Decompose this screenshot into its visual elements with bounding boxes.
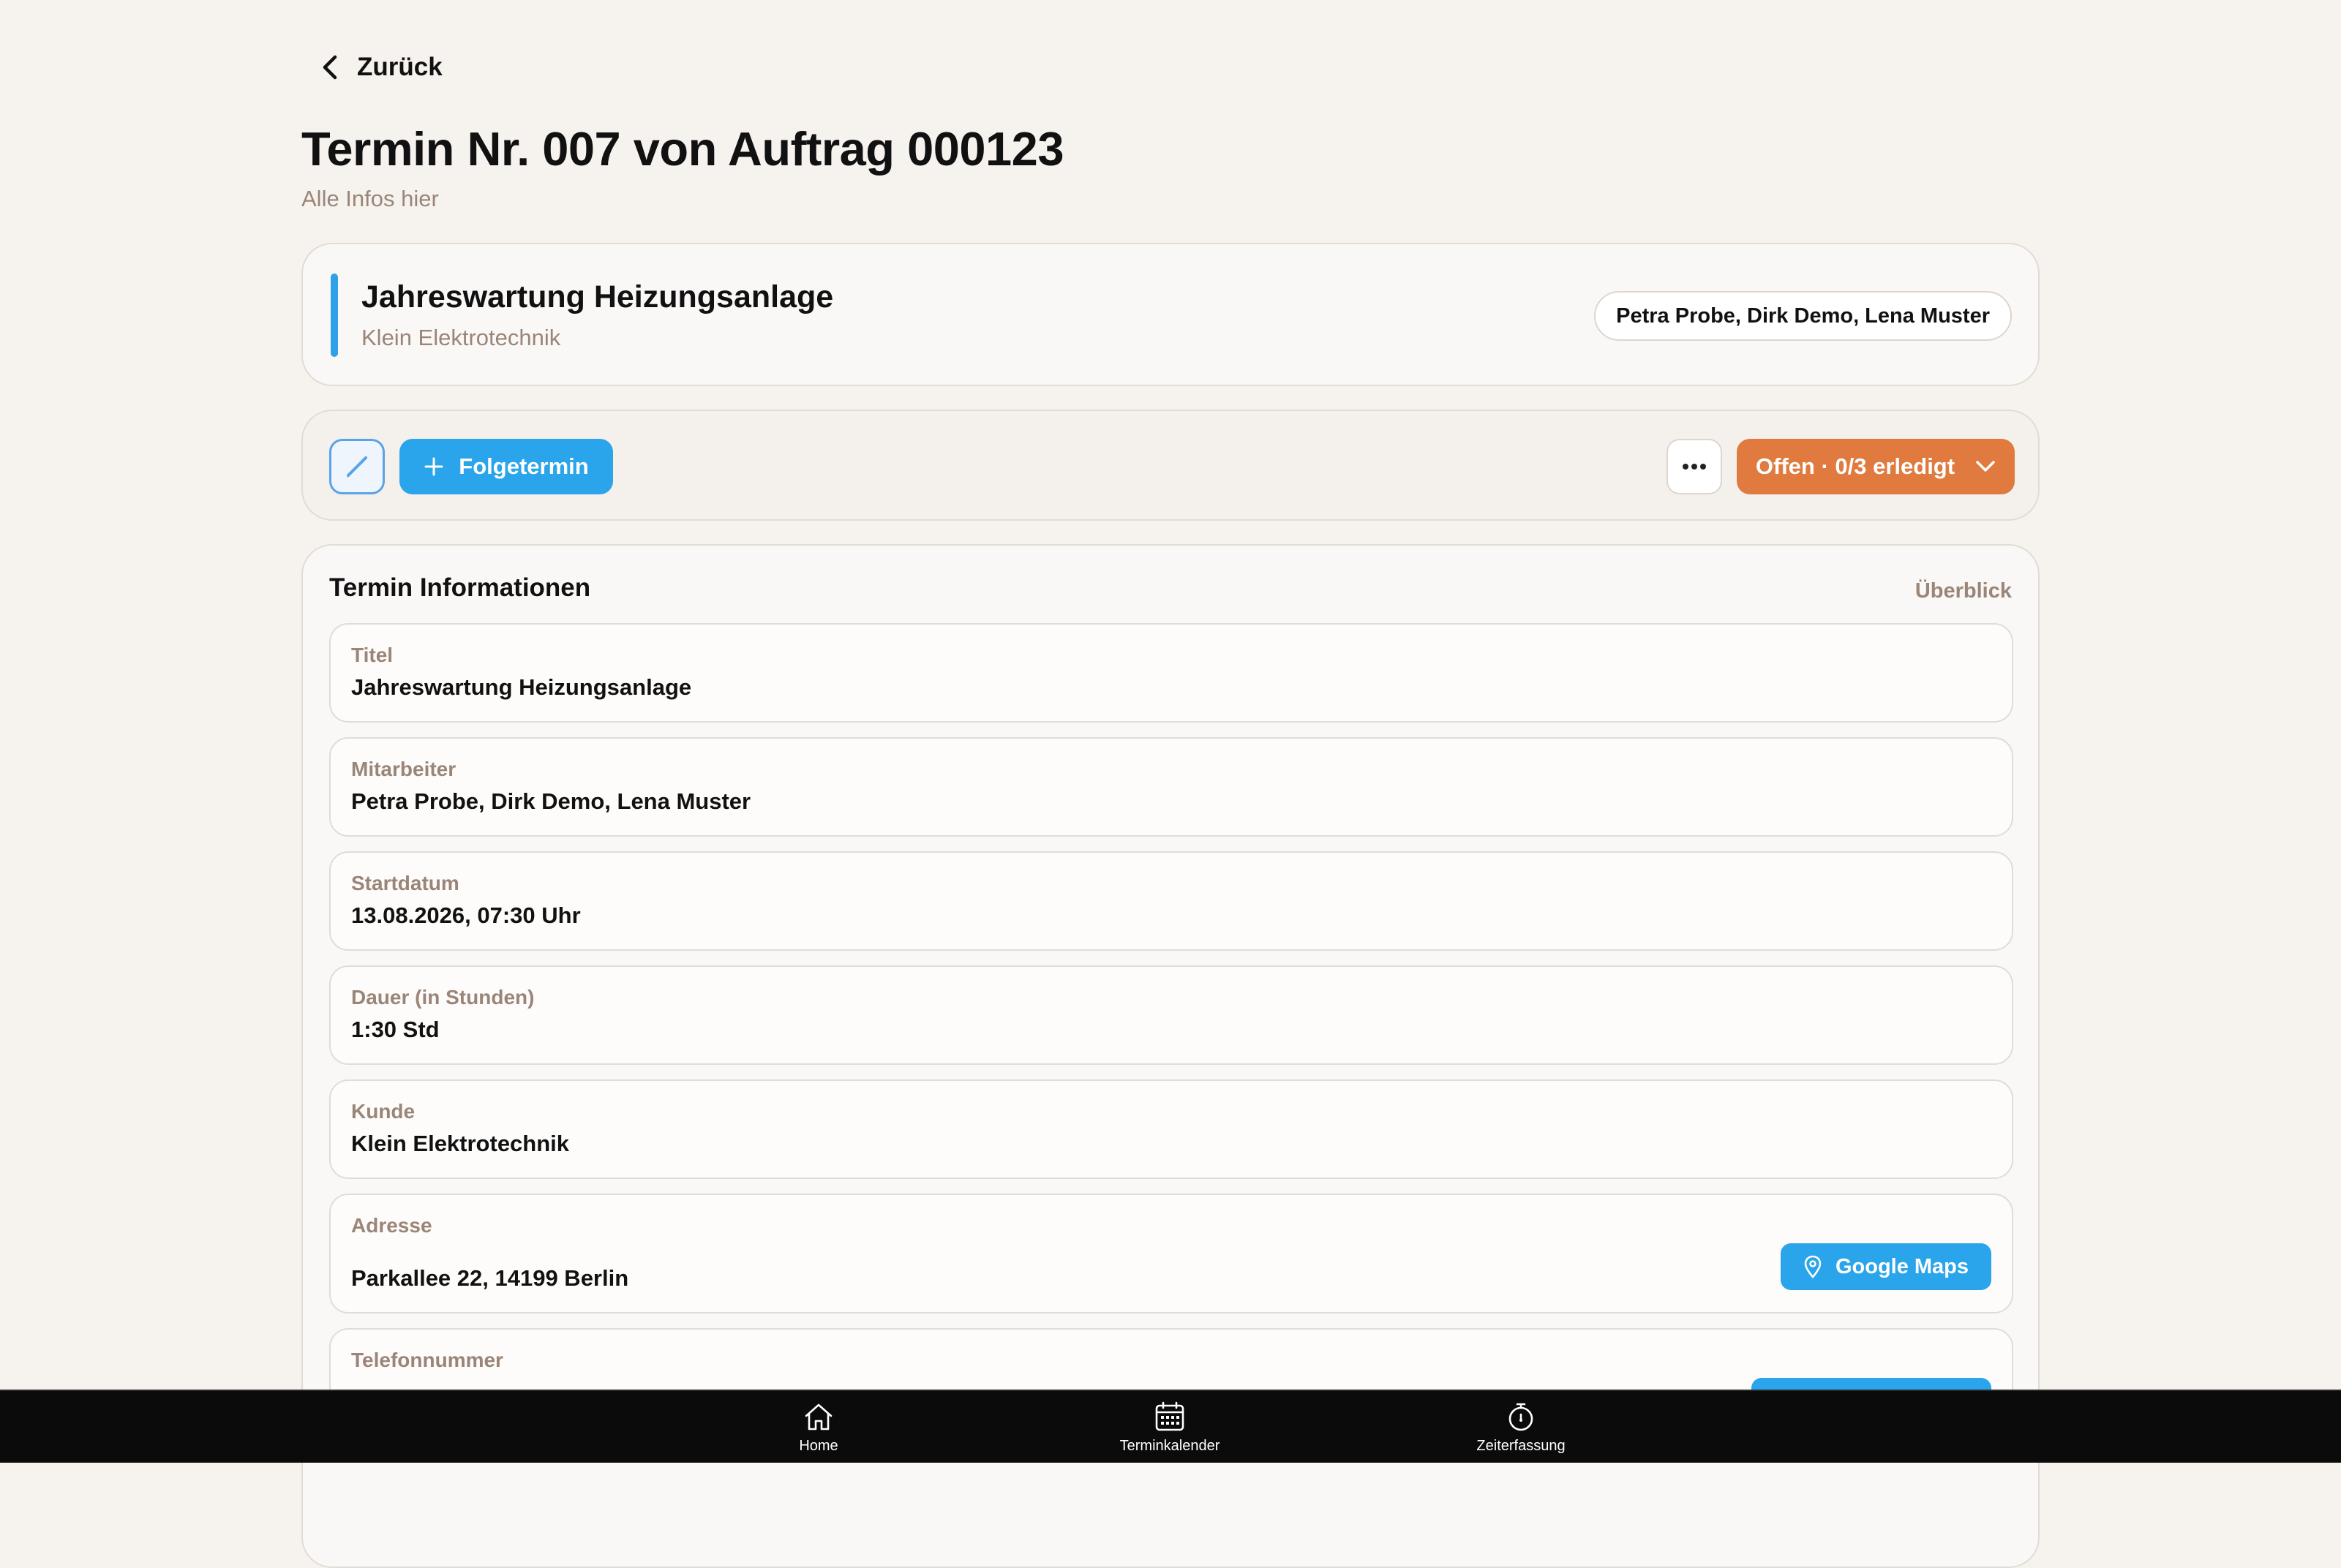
field-value: 1:30 Std xyxy=(351,1017,440,1042)
maps-label: Google Maps xyxy=(1835,1254,1969,1278)
nav-label: Terminkalender xyxy=(1119,1438,1220,1454)
field-value: Klein Elektrotechnik xyxy=(351,1131,570,1156)
field-duration: Dauer (in Stunden) 1:30 Std xyxy=(329,965,2013,1065)
status-label: Offen · 0/3 erledigt xyxy=(1755,453,1955,479)
field-value: 13.08.2026, 07:30 Uhr xyxy=(351,902,581,928)
edit-button[interactable] xyxy=(329,439,385,494)
nav-label: Zeiterfassung xyxy=(1476,1438,1566,1454)
nav-item-calendar[interactable]: Terminkalender xyxy=(1082,1400,1258,1458)
field-start-date: Startdatum 13.08.2026, 07:30 Uhr xyxy=(329,851,2013,951)
pencil-icon xyxy=(347,456,367,478)
info-section-title: Termin Informationen xyxy=(329,573,591,602)
field-label: Adresse xyxy=(351,1214,432,1237)
status-dropdown[interactable]: Offen · 0/3 erledigt xyxy=(1737,439,2015,494)
chevron-down-icon xyxy=(1976,461,1995,472)
field-label: Telefonnummer xyxy=(351,1349,503,1371)
map-pin-icon xyxy=(1804,1255,1822,1278)
nav-label: Home xyxy=(799,1438,838,1454)
field-label: Kunde xyxy=(351,1100,416,1123)
summary-customer: Klein Elektrotechnik xyxy=(361,325,561,350)
calendar-icon xyxy=(1155,1401,1184,1431)
back-button[interactable]: Zurück xyxy=(319,47,443,88)
google-maps-button[interactable]: Google Maps xyxy=(1781,1243,1991,1290)
nav-item-time-tracking[interactable]: Zeiterfassung xyxy=(1433,1400,1609,1458)
field-title: Titel Jahreswartung Heizungsanlage xyxy=(329,623,2013,723)
page-title: Termin Nr. 007 von Auftrag 000123 xyxy=(301,122,1064,176)
bottom-navigation: Home Terminkalender Zeiterfassung xyxy=(0,1390,2341,1463)
field-label: Startdatum xyxy=(351,872,459,894)
field-value: Petra Probe, Dirk Demo, Lena Muster xyxy=(351,788,751,814)
home-icon xyxy=(805,1403,833,1431)
employees-chip: Petra Probe, Dirk Demo, Lena Muster xyxy=(1594,291,2012,341)
ellipsis-icon xyxy=(1683,464,1706,470)
back-label: Zurück xyxy=(357,53,443,81)
field-value: Parkallee 22, 14199 Berlin xyxy=(351,1265,629,1291)
follow-label: Folgetermin xyxy=(459,453,589,479)
more-options-button[interactable] xyxy=(1666,439,1722,494)
plus-icon xyxy=(424,457,443,476)
follow-appointment-button[interactable]: Folgetermin xyxy=(399,439,613,494)
accent-bar xyxy=(331,274,338,357)
action-bar: Folgetermin Offen · 0/3 erledigt xyxy=(301,410,2040,521)
nav-item-home[interactable]: Home xyxy=(731,1400,906,1458)
summary-title: Jahreswartung Heizungsanlage xyxy=(361,279,834,314)
overview-link[interactable]: Überblick xyxy=(1915,579,2012,603)
field-address: Adresse Parkallee 22, 14199 Berlin Googl… xyxy=(329,1194,2013,1313)
field-employees: Mitarbeiter Petra Probe, Dirk Demo, Lena… xyxy=(329,737,2013,837)
field-label: Dauer (in Stunden) xyxy=(351,986,535,1009)
stopwatch-icon xyxy=(1508,1403,1533,1431)
chevron-left-icon xyxy=(323,55,337,80)
appointment-summary-card: Jahreswartung Heizungsanlage Klein Elekt… xyxy=(301,243,2040,386)
page-subtitle: Alle Infos hier xyxy=(301,186,439,211)
field-label: Mitarbeiter xyxy=(351,758,456,780)
field-value: Jahreswartung Heizungsanlage xyxy=(351,674,692,700)
field-label: Titel xyxy=(351,644,394,666)
field-customer: Kunde Klein Elektrotechnik xyxy=(329,1079,2013,1179)
